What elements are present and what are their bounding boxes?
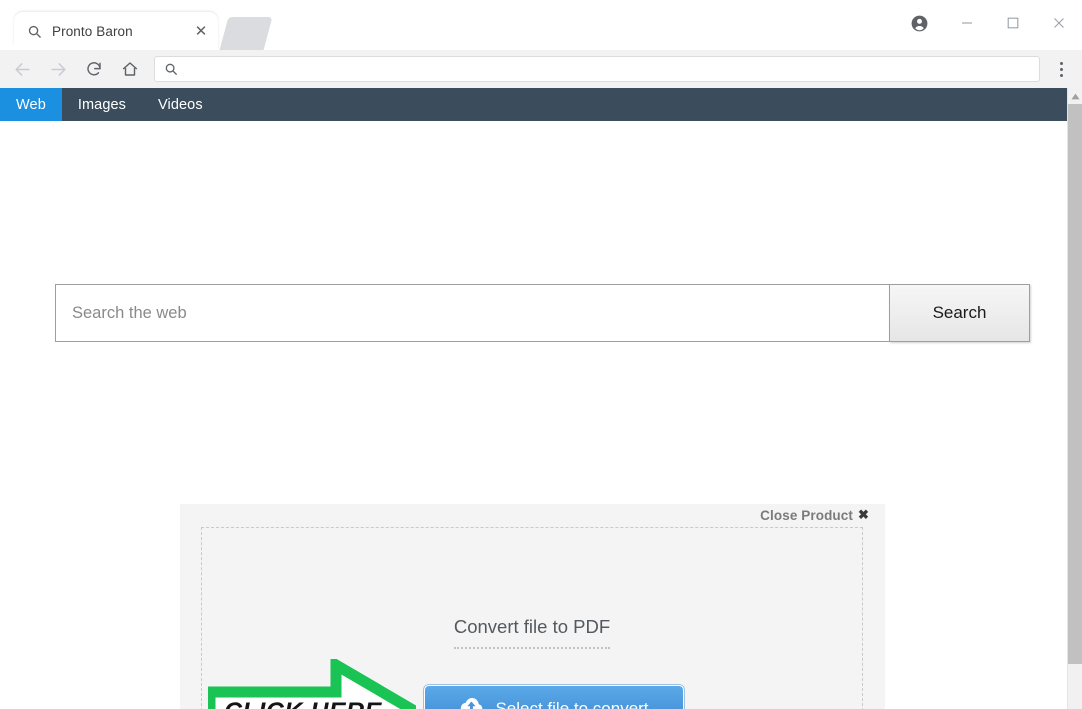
convert-title-text: Convert file to PDF [453, 616, 611, 649]
click-here-arrow-icon: CLICK HERE [204, 655, 423, 709]
file-dropzone[interactable]: Convert file to PDF CLICK HERE [201, 527, 863, 709]
profile-avatar-icon[interactable] [894, 0, 944, 46]
search-button[interactable]: Search [889, 284, 1030, 342]
close-window-button[interactable] [1036, 0, 1082, 46]
site-nav-item-videos[interactable]: Videos [142, 88, 219, 121]
site-nav-bar: Web Images Videos [0, 88, 1067, 121]
product-panel: Close Product ✖ Convert file to PDF CLIC… [180, 504, 885, 709]
search-icon [26, 23, 43, 40]
search-icon [164, 62, 180, 76]
select-file-button[interactable]: Select file to convert [424, 685, 684, 709]
search-input-placeholder: Search the web [72, 303, 187, 322]
scroll-up-button[interactable] [1068, 88, 1082, 104]
tab-title: Pronto Baron [52, 23, 133, 39]
browser-window: Pronto Baron ✕ Web Images Videos Search … [0, 0, 1082, 709]
web-search-row: Search the web Search [55, 284, 1030, 342]
search-input[interactable]: Search the web [55, 284, 890, 342]
page-scrollbar[interactable] [1067, 88, 1082, 709]
scrollbar-thumb[interactable] [1068, 104, 1082, 664]
reload-button[interactable] [79, 54, 109, 84]
window-controls [894, 0, 1082, 46]
convert-title: Convert file to PDF [202, 616, 862, 649]
search-button-label: Search [932, 303, 987, 322]
maximize-window-button[interactable] [990, 0, 1036, 46]
kebab-menu-icon[interactable] [1048, 54, 1074, 84]
site-nav-label-web: Web [16, 96, 46, 113]
new-tab-button[interactable] [219, 17, 273, 50]
close-product-button[interactable]: Close Product ✖ [760, 507, 869, 523]
site-nav-label-images: Images [77, 96, 127, 113]
address-bar[interactable] [154, 56, 1040, 82]
minimize-window-button[interactable] [944, 0, 990, 46]
svg-text:CLICK HERE: CLICK HERE [224, 698, 383, 709]
back-button[interactable] [7, 54, 37, 84]
page-viewport: Web Images Videos Search the web Search … [0, 88, 1082, 709]
close-product-label: Close Product [760, 507, 853, 523]
browser-toolbar [0, 50, 1082, 88]
select-file-button-label: Select file to convert [495, 698, 649, 709]
browser-tab-pronto-baron[interactable]: Pronto Baron ✕ [14, 12, 218, 50]
browser-titlebar: Pronto Baron ✕ [0, 0, 1082, 50]
site-nav-item-web[interactable]: Web [0, 88, 62, 121]
site-nav-item-images[interactable]: Images [62, 88, 142, 121]
close-icon: ✖ [858, 507, 869, 522]
home-button[interactable] [115, 54, 145, 84]
close-tab-icon[interactable]: ✕ [192, 22, 210, 40]
site-nav-label-videos: Videos [158, 96, 203, 113]
forward-button[interactable] [43, 54, 73, 84]
cloud-upload-icon [459, 697, 484, 709]
